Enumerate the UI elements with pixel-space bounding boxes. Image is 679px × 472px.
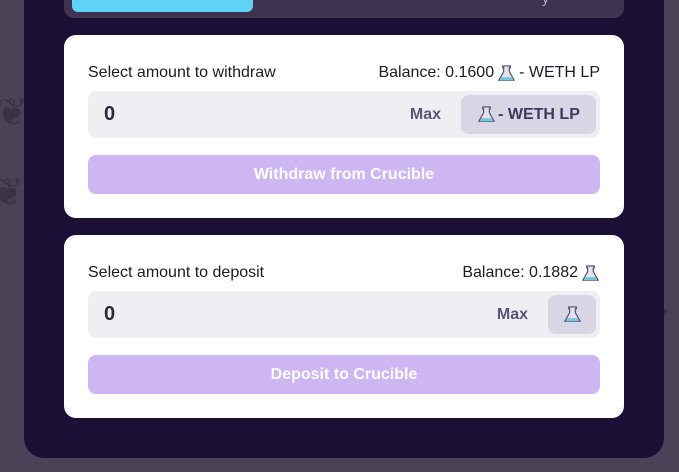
paw-print-decoration: ❦ bbox=[0, 172, 24, 214]
withdraw-amount-input[interactable] bbox=[104, 91, 364, 138]
withdraw-balance-value: Balance: 0.1600 bbox=[378, 64, 495, 81]
deposit-max-button[interactable]: Max bbox=[497, 291, 528, 338]
withdraw-label: Select amount to withdraw bbox=[88, 64, 276, 81]
tab-label-partial[interactable]: y bbox=[542, 0, 549, 6]
deposit-label: Select amount to deposit bbox=[88, 264, 265, 281]
deposit-amount-input[interactable] bbox=[104, 291, 364, 338]
deposit-balance: Balance: 0.1882 bbox=[462, 264, 600, 283]
tab-active[interactable] bbox=[72, 0, 253, 12]
withdraw-amount-field[interactable]: Max - WETH LP bbox=[88, 91, 600, 138]
flask-icon bbox=[563, 306, 581, 322]
deposit-balance-value: Balance: 0.1882 bbox=[462, 264, 578, 281]
tab-bar: y bbox=[64, 0, 624, 18]
withdraw-token-label: - WETH LP bbox=[498, 105, 580, 123]
deposit-button[interactable]: Deposit to Crucible bbox=[88, 355, 600, 394]
deposit-token-selector[interactable] bbox=[548, 295, 596, 334]
flask-icon bbox=[581, 264, 600, 281]
flask-icon bbox=[478, 106, 496, 122]
flask-icon bbox=[498, 64, 516, 81]
withdraw-balance: Balance: 0.1600 - WETH LP bbox=[378, 64, 600, 83]
withdraw-max-button[interactable]: Max bbox=[410, 91, 441, 138]
withdraw-button[interactable]: Withdraw from Crucible bbox=[88, 155, 600, 194]
withdraw-balance-token: - WETH LP bbox=[519, 64, 600, 81]
deposit-card: Select amount to deposit Balance: 0.1882… bbox=[64, 235, 624, 418]
withdraw-card: Select amount to withdraw Balance: 0.160… bbox=[64, 35, 624, 218]
withdraw-token-selector[interactable]: - WETH LP bbox=[461, 95, 596, 134]
deposit-amount-field[interactable]: Max bbox=[88, 291, 600, 338]
